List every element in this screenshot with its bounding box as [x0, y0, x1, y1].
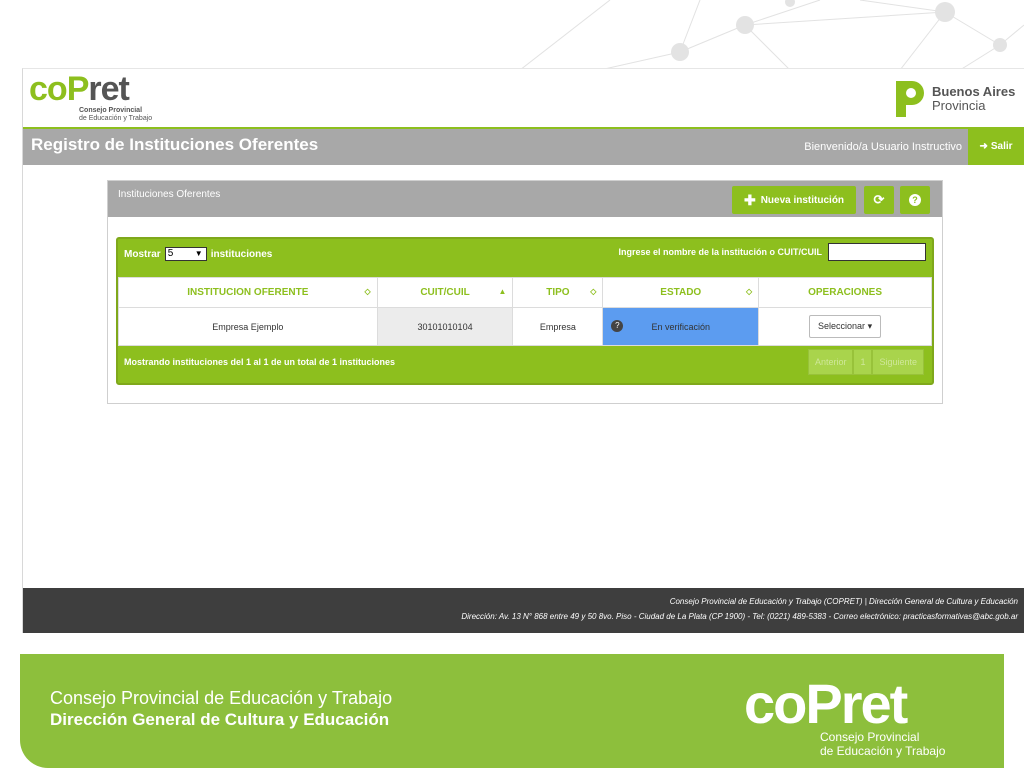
- sort-asc-icon: ▲: [498, 287, 507, 296]
- cell-operaciones: Seleccionar ▾: [758, 307, 932, 346]
- pagination: Anterior 1 Siguiente: [807, 349, 924, 375]
- cell-cuit: 30101010104: [376, 307, 514, 346]
- refresh-icon: ⟳: [873, 192, 885, 207]
- app-window: coPret Consejo Provincial de Educación y…: [22, 68, 1024, 633]
- institutions-table: INSTITUCION OFERENTE ◇ CUIT/CUIL ▲ TIPO ◇ E…: [118, 277, 932, 346]
- pagination-next[interactable]: Siguiente: [872, 349, 924, 375]
- banner-line2: Dirección General de Cultura y Educación: [50, 710, 390, 729]
- search-input[interactable]: [828, 243, 926, 261]
- cell-institucion: Empresa Ejemplo: [118, 307, 378, 346]
- buenos-aires-logo: Buenos Aires Provincia: [892, 77, 1016, 123]
- pagination-info: Mostrando instituciones del 1 al 1 de un…: [124, 357, 396, 367]
- sort-icon: ◇: [745, 287, 753, 296]
- copret-logo-word: coPret: [29, 70, 130, 108]
- logout-button[interactable]: ➜ Salir: [968, 127, 1024, 165]
- refresh-button[interactable]: ⟳: [864, 186, 894, 214]
- sort-icon: ◇: [364, 287, 371, 296]
- help-icon: ?: [909, 194, 921, 206]
- banner-logo-word: coPret: [744, 672, 908, 735]
- banner-copret-logo: coPret Consejo Provincial de Educación y…: [744, 674, 974, 764]
- pagination-prev[interactable]: Anterior: [807, 349, 854, 375]
- page-size-select[interactable]: 5 ▼: [164, 247, 207, 261]
- app-header: coPret Consejo Provincial de Educación y…: [23, 69, 1024, 127]
- buenos-aires-line2: Provincia: [932, 98, 986, 113]
- logout-icon: ➜: [979, 140, 988, 152]
- new-institution-label: Nueva institución: [760, 194, 845, 206]
- page-title: Registro de Instituciones Oferentes: [31, 135, 319, 154]
- footer-line2: Dirección: Av. 13 N° 868 entre 49 y 50 8…: [461, 612, 1018, 621]
- banner-logo-subtitle: Consejo Provincial de Educación y Trabaj…: [820, 730, 946, 758]
- grid-toolbar: Mostrar 5 ▼ instituciones Ingrese el nom…: [118, 239, 932, 277]
- table-header-row: INSTITUCION OFERENTE ◇ CUIT/CUIL ▲ TIPO ◇ E…: [118, 277, 932, 308]
- table-row: Empresa Ejemplo 30101010104 Empresa ? En…: [118, 307, 932, 346]
- col-header-institucion[interactable]: INSTITUCION OFERENTE ◇: [118, 277, 378, 308]
- show-label: Mostrar: [124, 248, 161, 260]
- network-decoration: [519, 0, 1024, 70]
- plus-icon: ✚: [743, 191, 756, 208]
- page-size-control: Mostrar 5 ▼ instituciones: [124, 247, 272, 261]
- cell-tipo: Empresa: [512, 307, 604, 346]
- banner-line1: Consejo Provincial de Educación y Trabaj…: [50, 688, 393, 708]
- copret-logo: coPret Consejo Provincial de Educación y…: [29, 70, 169, 123]
- slide-banner: Consejo Provincial de Educación y Trabaj…: [20, 654, 1004, 768]
- select-operation-button[interactable]: Seleccionar ▾: [809, 315, 882, 338]
- panel-header: Instituciones Oferentes ✚ Nueva instituc…: [108, 181, 942, 217]
- status-info-icon[interactable]: ?: [611, 320, 624, 332]
- buenos-aires-line1: Buenos Aires: [932, 84, 1016, 99]
- col-header-estado[interactable]: ESTADO ◇: [602, 277, 760, 308]
- help-button[interactable]: ?: [900, 186, 930, 214]
- col-header-tipo[interactable]: TIPO ◇: [512, 277, 604, 308]
- caret-down-icon: ▾: [867, 321, 873, 331]
- col-header-cuit[interactable]: CUIT/CUIL ▲: [376, 277, 514, 308]
- site-footer: Consejo Provincial de Educación y Trabaj…: [23, 588, 1024, 633]
- cell-estado: ? En verificación: [602, 307, 760, 346]
- page-size-value: 5: [167, 248, 174, 259]
- dropdown-arrow-icon: ▼: [194, 249, 203, 258]
- show-suffix: instituciones: [210, 248, 273, 260]
- panel-title: Instituciones Oferentes: [118, 189, 221, 200]
- sort-icon: ◇: [590, 287, 597, 296]
- buenos-aires-p-icon: [896, 81, 924, 117]
- footer-line1: Consejo Provincial de Educación y Trabaj…: [669, 597, 1018, 606]
- select-operation-label: Seleccionar: [818, 321, 866, 331]
- pagination-page[interactable]: 1: [853, 349, 873, 375]
- search-label: Ingrese el nombre de la institución o CU…: [618, 247, 822, 257]
- search-control: Ingrese el nombre de la institución o CU…: [618, 243, 926, 261]
- institutions-grid: Mostrar 5 ▼ instituciones Ingrese el nom…: [116, 237, 934, 385]
- copret-logo-subtitle: Consejo Provincial de Educación y Trabaj…: [79, 107, 153, 122]
- grid-footer: Mostrando instituciones del 1 al 1 de un…: [118, 345, 932, 383]
- new-institution-button[interactable]: ✚ Nueva institución: [732, 186, 856, 214]
- title-bar: Registro de Instituciones Oferentes Bien…: [23, 127, 1024, 165]
- logout-label: Salir: [990, 140, 1013, 152]
- institutions-panel: Instituciones Oferentes ✚ Nueva instituc…: [107, 180, 943, 404]
- col-header-operaciones: OPERACIONES: [758, 277, 932, 308]
- welcome-user: Bienvenido/a Usuario Instructivo: [804, 141, 962, 153]
- status-text: En verificación: [651, 321, 711, 332]
